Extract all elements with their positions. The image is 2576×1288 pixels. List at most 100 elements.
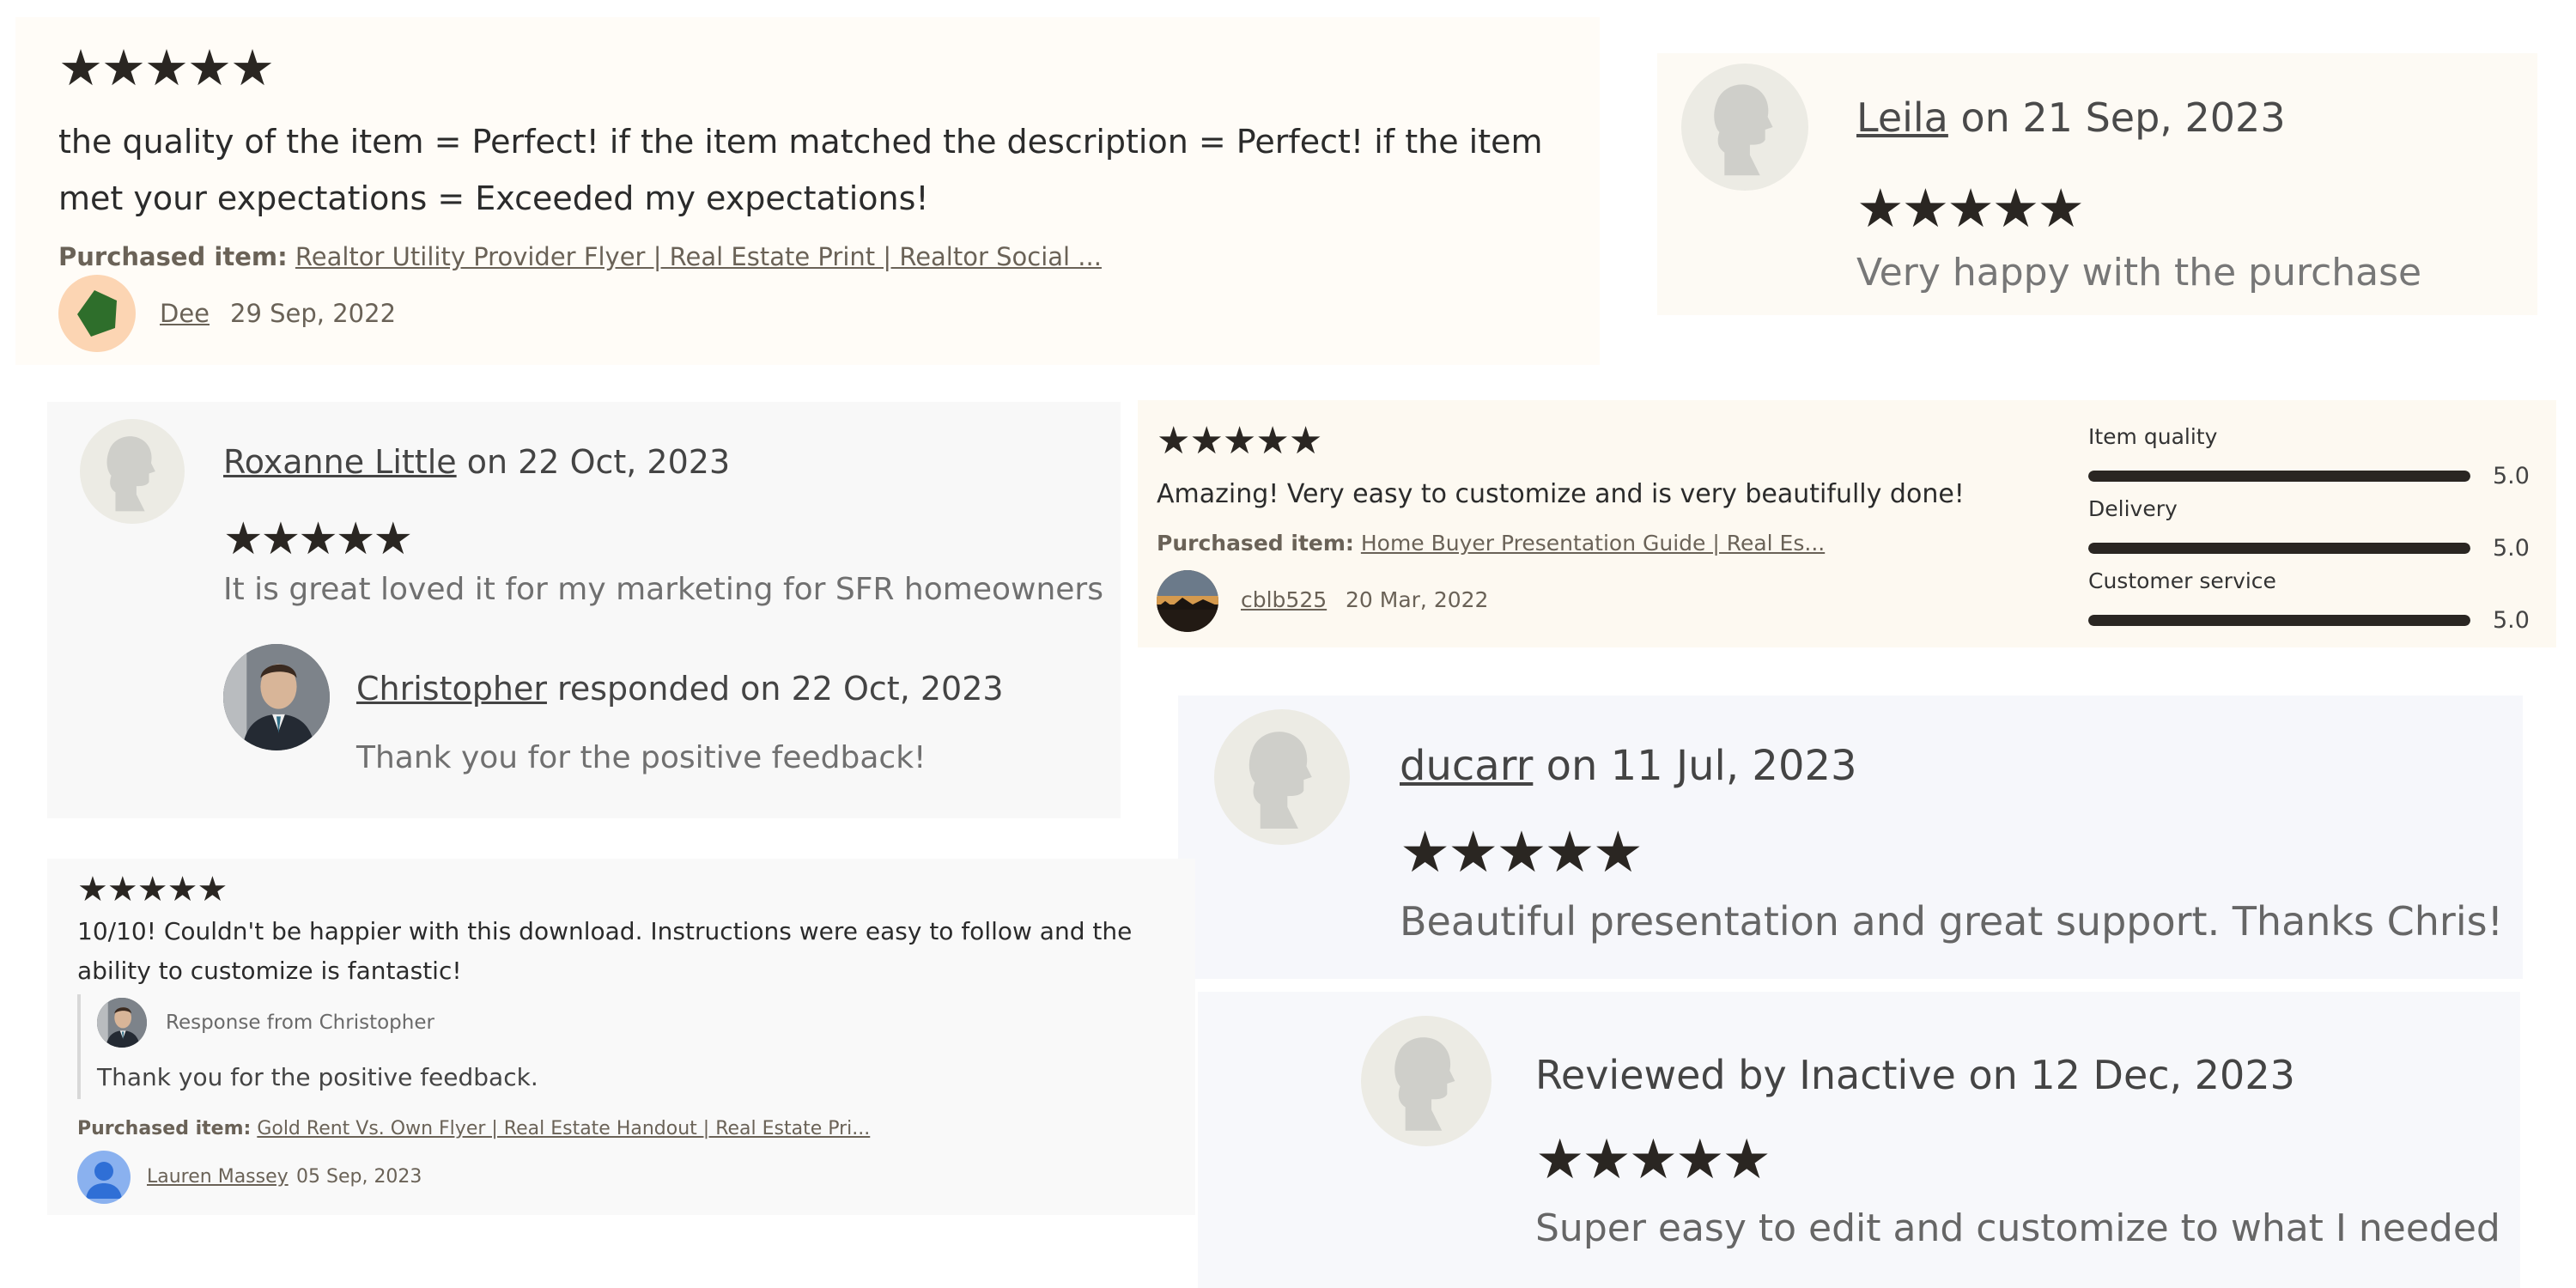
avatar: [1157, 570, 1218, 632]
star-icon: ★: [1901, 177, 1950, 240]
rating-breakdown: Item quality 5.0 Delivery 5.0 Customer s…: [2088, 424, 2535, 641]
review-card-2: Leila on 21 Sep, 2023 ★ ★ ★ ★ ★ Very happy w…: [1657, 53, 2537, 315]
reviewer-name[interactable]: cblb525: [1241, 587, 1327, 612]
star-icon: ★: [373, 513, 414, 565]
star-icon: ★: [197, 870, 228, 909]
star-icon: ★: [106, 870, 138, 909]
rating-bar: [2088, 542, 2470, 554]
star-icon: ★: [298, 513, 338, 565]
seller-avatar: [223, 644, 330, 750]
purchased-item: Purchased item: Gold Rent Vs. Own Flyer …: [77, 1118, 870, 1139]
reviewer-name[interactable]: Lauren Massey: [147, 1166, 289, 1188]
star-rating: ★ ★ ★ ★ ★: [223, 513, 414, 565]
seller-photo-icon: [223, 644, 330, 750]
review-header: Reviewed by Inactive on 12 Dec, 2023: [1535, 1052, 2295, 1098]
star-icon: ★: [1288, 419, 1322, 463]
star-icon: ★: [1856, 177, 1905, 240]
star-icon: ★: [1496, 819, 1546, 885]
rating-label-delivery: Delivery: [2088, 496, 2178, 521]
review-text: It is great loved it for my marketing fo…: [223, 572, 1103, 607]
review-text: Very happy with the purchase: [1856, 251, 2422, 295]
review-date: on 22 Oct, 2023: [456, 443, 731, 481]
star-icon: ★: [187, 39, 232, 97]
star-icon: ★: [1582, 1128, 1631, 1192]
rating-row-customer-service: 5.0: [2088, 599, 2535, 641]
sunset-photo-icon: [1157, 570, 1218, 632]
rating-value: 5.0: [2493, 606, 2530, 634]
rating-row-delivery: 5.0: [2088, 527, 2535, 568]
purchased-item: Purchased item: Home Buyer Presentation …: [1157, 531, 1825, 556]
seller-response-label: Response from Christopher: [166, 1012, 434, 1034]
star-icon: ★: [77, 870, 108, 909]
star-icon: ★: [1189, 419, 1223, 463]
review-card-5: ducarr on 11 Jul, 2023 ★ ★ ★ ★ ★ Beautiful p…: [1178, 696, 2523, 979]
review-text: the quality of the item = Perfect! if th…: [58, 123, 1543, 217]
reviewer-name[interactable]: Dee: [160, 299, 210, 328]
reviewer-name[interactable]: Leila: [1856, 94, 1948, 141]
rating-bar: [2088, 470, 2470, 482]
review-header: Roxanne Little on 22 Oct, 2023: [223, 443, 730, 481]
avatar: [58, 275, 136, 352]
seller-photo-icon: [97, 998, 147, 1048]
review-date: on 21 Sep, 2023: [1947, 94, 2286, 141]
rating-bar-fill: [2088, 542, 2470, 554]
person-silhouette-icon: [80, 419, 185, 524]
review-date: 29 Sep, 2022: [230, 299, 397, 328]
review-card-4: ★ ★ ★ ★ ★ Amazing! Very easy to customize an…: [1138, 400, 2556, 647]
review-text: 10/10! Couldn't be happier with this dow…: [77, 917, 1133, 985]
star-icon: ★: [1544, 819, 1595, 885]
seller-response-header: Christopher responded on 22 Oct, 2023: [356, 670, 1004, 708]
star-icon: ★: [1991, 177, 2040, 240]
purchased-item: Purchased item: Realtor Utility Provider…: [58, 242, 1102, 271]
rating-bar-fill: [2088, 614, 2470, 626]
response-date: responded on 22 Oct, 2023: [546, 670, 1004, 708]
purchased-item-link[interactable]: Realtor Utility Provider Flyer | Real Es…: [295, 242, 1102, 271]
star-icon: ★: [230, 39, 275, 97]
star-icon: ★: [1628, 1128, 1678, 1192]
star-rating: ★ ★ ★ ★ ★: [1856, 177, 2085, 240]
review-text: Beautiful presentation and great support…: [1400, 898, 2504, 945]
seller-avatar: [97, 998, 147, 1048]
star-icon: ★: [1535, 1128, 1584, 1192]
person-silhouette-icon: [1214, 709, 1350, 845]
star-icon: ★: [101, 39, 146, 97]
star-icon: ★: [1448, 819, 1498, 885]
star-rating: ★ ★ ★ ★ ★: [1157, 419, 1322, 463]
seller-response-text: Thank you for the positive feedback.: [97, 1063, 538, 1091]
person-silhouette-icon: [1681, 64, 1808, 191]
purchased-item-link[interactable]: Gold Rent Vs. Own Flyer | Real Estate Ha…: [257, 1118, 870, 1139]
star-icon: ★: [223, 513, 264, 565]
star-rating: ★ ★ ★ ★ ★: [1535, 1128, 1771, 1192]
seller-response-text: Thank you for the positive feedback!: [356, 740, 927, 775]
reviewer-name[interactable]: Roxanne Little: [223, 443, 457, 481]
star-icon: ★: [1157, 419, 1190, 463]
seller-name[interactable]: Christopher: [356, 670, 547, 708]
review-date: 20 Mar, 2022: [1346, 587, 1489, 612]
rating-value: 5.0: [2493, 462, 2530, 489]
star-icon: ★: [1400, 819, 1450, 885]
purchased-item-link[interactable]: Home Buyer Presentation Guide | Real Es.…: [1361, 531, 1825, 556]
star-icon: ★: [2037, 177, 2085, 240]
purchased-label: Purchased item:: [77, 1118, 252, 1139]
star-rating: ★ ★ ★ ★ ★: [58, 39, 275, 97]
star-icon: ★: [58, 39, 103, 97]
star-icon: ★: [1222, 419, 1256, 463]
reviewer-name[interactable]: ducarr: [1400, 742, 1533, 790]
review-text: Amazing! Very easy to customize and is v…: [1157, 479, 1965, 509]
review-card-3: Roxanne Little on 22 Oct, 2023 ★ ★ ★ ★ ★ It …: [47, 402, 1121, 818]
review-date: 05 Sep, 2023: [296, 1166, 422, 1188]
star-icon: ★: [1675, 1128, 1724, 1192]
review-card-6: ★ ★ ★ ★ ★ 10/10! Couldn't be happier with th…: [47, 859, 1195, 1215]
pentagon-avatar-icon: [77, 290, 117, 337]
rating-label-customer-service: Customer service: [2088, 568, 2276, 593]
user-circle-icon: [77, 1151, 131, 1204]
star-icon: ★: [335, 513, 376, 565]
review-header: ducarr on 11 Jul, 2023: [1400, 742, 1857, 790]
star-icon: ★: [167, 870, 198, 909]
star-icon: ★: [1592, 819, 1643, 885]
star-icon: ★: [137, 870, 168, 909]
rating-label-item-quality: Item quality: [2088, 424, 2218, 449]
rating-bar: [2088, 614, 2470, 626]
star-icon: ★: [1255, 419, 1289, 463]
response-divider: [77, 994, 81, 1099]
